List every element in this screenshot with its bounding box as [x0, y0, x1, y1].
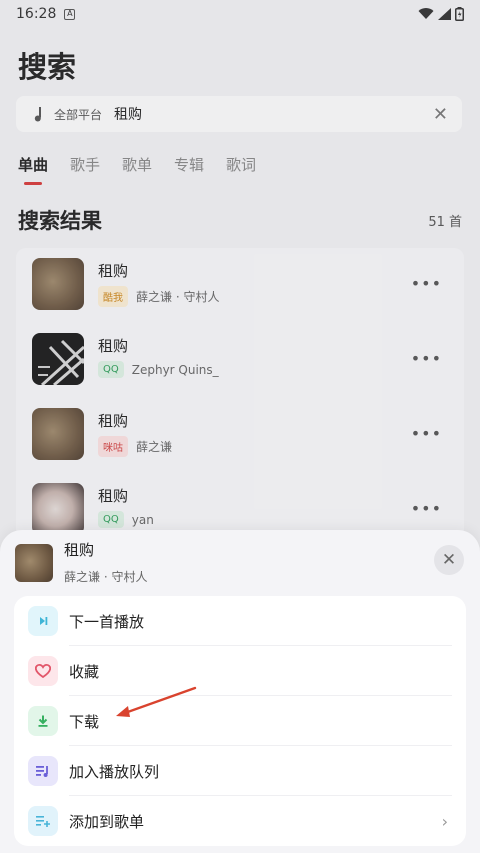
queue-icon [28, 756, 58, 786]
sheet-song-title: 租购 [64, 541, 95, 559]
action-menu: 下一首播放 收藏 下载 加入播放队列 添加到歌单 › [14, 596, 466, 846]
menu-item-label: 添加到歌单 [69, 812, 145, 831]
menu-item-favorite[interactable]: 收藏 [14, 646, 466, 696]
menu-item-add-to-queue[interactable]: 加入播放队列 [14, 746, 466, 796]
download-icon [28, 706, 58, 736]
menu-item-label: 收藏 [69, 662, 100, 681]
play-next-icon [28, 606, 58, 636]
annotation-arrow-icon [116, 686, 197, 717]
heart-icon [28, 656, 58, 686]
playlist-add-icon [28, 806, 58, 836]
close-icon[interactable]: ✕ [434, 545, 464, 575]
menu-item-label: 加入播放队列 [69, 762, 160, 781]
menu-item-add-to-playlist[interactable]: 添加到歌单 › [14, 796, 466, 846]
menu-item-label: 下载 [69, 712, 100, 731]
song-action-sheet: 租购 薛之谦 · 守村人 ✕ 下一首播放 收藏 下载 加入播放队列 添加到歌单 … [0, 530, 480, 853]
chevron-right-icon: › [441, 811, 448, 831]
menu-item-download[interactable]: 下载 [14, 696, 466, 746]
menu-item-label: 下一首播放 [69, 612, 145, 631]
sheet-album-cover [15, 544, 53, 582]
menu-item-play-next[interactable]: 下一首播放 [14, 596, 466, 646]
sheet-song-artist: 薛之谦 · 守村人 [64, 570, 148, 584]
